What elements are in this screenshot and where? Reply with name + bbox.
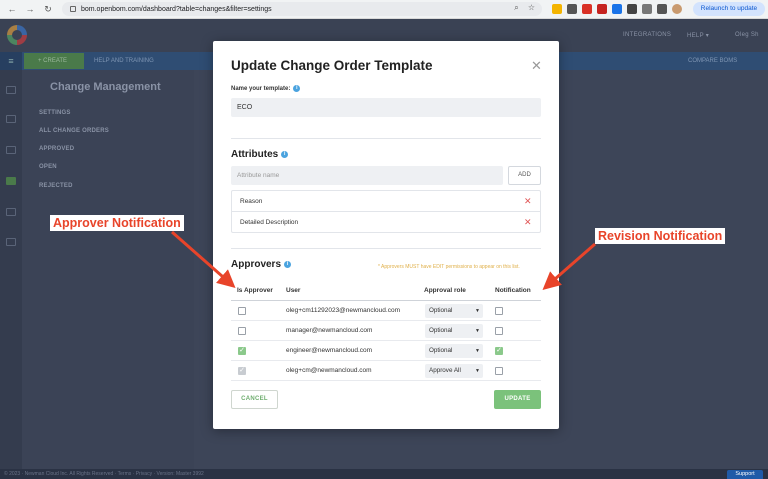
user-email: manager@newmancloud.com <box>286 327 373 334</box>
extension-icon[interactable] <box>552 4 562 14</box>
attribute-name-input[interactable]: Attribute name <box>231 166 503 185</box>
gmail-icon[interactable] <box>582 4 592 14</box>
left-rail <box>0 70 22 470</box>
info-icon[interactable]: i <box>284 260 292 268</box>
panel-item-approved[interactable]: APPROVED <box>39 146 74 152</box>
approval-role-select[interactable]: Approve All ▼ <box>425 364 483 378</box>
update-button[interactable]: UPDATE <box>494 390 541 409</box>
rail-icon[interactable] <box>6 208 16 216</box>
attribute-list: Reason ✕ Detailed Description ✕ <box>231 190 541 233</box>
help-training-button[interactable]: HELP AND TRAINING <box>94 58 154 64</box>
panel-item-all[interactable]: ALL CHANGE ORDERS <box>39 128 109 134</box>
remove-icon[interactable]: ✕ <box>524 191 532 212</box>
help-menu[interactable]: HELP ▾ <box>687 32 709 39</box>
extension-icon[interactable] <box>567 4 577 14</box>
relaunch-button[interactable]: Relaunch to update <box>693 2 765 16</box>
address-bar[interactable]: bom.openbom.com/dashboard?table=changes&… <box>62 2 542 16</box>
profile-avatar[interactable] <box>672 4 682 14</box>
table-row: manager@newmancloud.com Optional ▼ <box>231 321 541 341</box>
integrations-link[interactable]: INTEGRATIONS <box>623 32 671 38</box>
user-email: oleg+cm@newmancloud.com <box>286 367 372 374</box>
compare-boms-button[interactable]: COMPARE BOMS <box>688 58 737 64</box>
rail-icon[interactable] <box>6 177 16 185</box>
approver-checkbox[interactable] <box>238 307 246 315</box>
rail-icon[interactable] <box>6 86 16 94</box>
panel-title: Change Management <box>50 81 161 93</box>
column-header-notification: Notification <box>495 287 531 294</box>
column-header-user: User <box>286 287 301 294</box>
rail-icon[interactable] <box>6 238 16 246</box>
approval-role-select[interactable]: Optional ▼ <box>425 304 483 318</box>
rail-icon[interactable] <box>6 115 16 123</box>
table-row: engineer@newmancloud.com Optional▼ <box>231 341 541 361</box>
notification-checkbox[interactable] <box>495 307 503 315</box>
extensions-puzzle-icon[interactable] <box>642 4 652 14</box>
reload-icon[interactable]: ↻ <box>42 3 54 15</box>
user-menu[interactable]: Oleg Sh <box>735 32 759 38</box>
back-icon[interactable]: ← <box>6 3 18 15</box>
attribute-label: Detailed Description <box>240 219 299 226</box>
attribute-label: Reason <box>240 198 263 205</box>
attributes-title: Attributes i <box>231 149 289 160</box>
approver-checkbox <box>238 366 246 376</box>
cancel-button[interactable]: CANCEL <box>231 390 278 409</box>
table-row: oleg+cm11292023@newmancloud.com Optional… <box>231 301 541 321</box>
zoom-icon[interactable]: ⌕ <box>512 3 521 12</box>
approval-role-select[interactable]: Optional ▼ <box>425 324 483 338</box>
info-icon[interactable]: i <box>281 150 289 158</box>
extension-icon[interactable] <box>597 4 607 14</box>
rail-icon[interactable] <box>6 146 16 154</box>
close-icon[interactable]: ✕ <box>531 58 542 74</box>
dialog-title: Update Change Order Template <box>231 58 433 73</box>
footer: © 2023 · Newman Cloud Inc. All Rights Re… <box>0 469 768 479</box>
menu-icon[interactable]: ≡ <box>0 52 22 70</box>
notification-checkbox[interactable] <box>495 346 503 356</box>
panel-item-rejected[interactable]: REJECTED <box>39 183 73 189</box>
notification-checkbox[interactable] <box>495 327 503 335</box>
update-template-dialog: Update Change Order Template ✕ Name your… <box>213 41 559 429</box>
template-name-label: Name your template: i <box>231 85 301 92</box>
divider <box>231 248 541 249</box>
site-info-icon[interactable] <box>70 6 76 12</box>
approver-notification-callout: Approver Notification <box>50 215 184 231</box>
approvers-note: * Approvers MUST have EDIT permissions t… <box>378 264 520 270</box>
bookmark-star-icon[interactable]: ☆ <box>527 3 536 12</box>
forward-icon[interactable]: → <box>24 3 36 15</box>
panel-item-settings[interactable]: SETTINGS <box>39 110 71 116</box>
notification-checkbox[interactable] <box>495 367 503 375</box>
user-email: oleg+cm11292023@newmancloud.com <box>286 307 400 314</box>
sidebar-icon[interactable] <box>657 4 667 14</box>
template-name-input[interactable]: ECO <box>231 98 541 117</box>
info-icon[interactable]: i <box>293 85 301 92</box>
revision-notification-callout: Revision Notification <box>595 228 726 244</box>
openbom-logo <box>7 25 27 45</box>
extension-icon[interactable] <box>627 4 637 14</box>
extension-icon[interactable] <box>612 4 622 14</box>
column-header-role: Approval role <box>424 287 466 294</box>
list-item: Reason ✕ <box>232 191 540 212</box>
support-button[interactable]: Support <box>727 470 763 479</box>
url-text: bom.openbom.com/dashboard?table=changes&… <box>81 5 272 13</box>
caret-down-icon: ▼ <box>475 368 480 374</box>
caret-down-icon: ▼ <box>475 308 480 314</box>
divider <box>231 138 541 139</box>
remove-icon[interactable]: ✕ <box>524 212 532 233</box>
approvers-title: Approvers i <box>231 259 292 270</box>
table-row: oleg+cm@newmancloud.com Approve All▼ <box>231 361 541 381</box>
approver-checkbox[interactable] <box>238 346 246 356</box>
column-header-approver: Is Approver <box>237 287 273 294</box>
create-button[interactable]: + CREATE <box>24 53 84 69</box>
user-email: engineer@newmancloud.com <box>286 347 373 354</box>
list-item: Detailed Description ✕ <box>232 212 540 233</box>
caret-down-icon: ▼ <box>475 328 480 334</box>
approval-role-select[interactable]: Optional ▼ <box>425 344 483 358</box>
panel-item-open[interactable]: OPEN <box>39 164 57 170</box>
add-attribute-button[interactable]: ADD <box>508 166 541 185</box>
caret-down-icon: ▼ <box>475 348 480 354</box>
approver-checkbox[interactable] <box>238 327 246 335</box>
